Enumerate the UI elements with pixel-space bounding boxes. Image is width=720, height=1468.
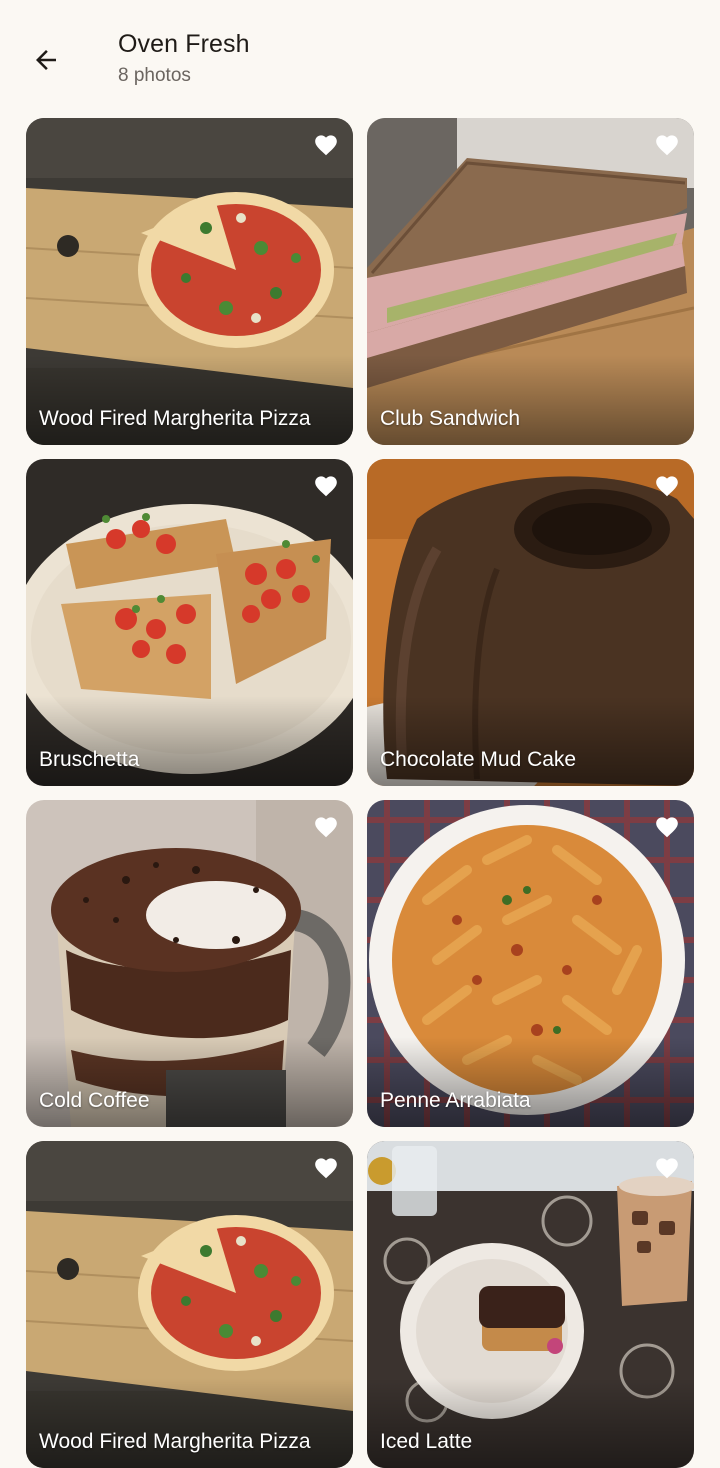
photo-label: Penne Arrabiata — [380, 1089, 531, 1112]
album-title: Oven Fresh — [118, 30, 250, 58]
heart-icon — [315, 1158, 337, 1179]
heart-icon — [315, 817, 337, 838]
heart-icon — [315, 135, 337, 156]
photo-card[interactable]: Wood Fired Margherita Pizza — [26, 1141, 353, 1468]
favorite-button[interactable] — [311, 471, 341, 499]
heart-icon — [656, 135, 678, 156]
photo-label: Club Sandwich — [380, 407, 521, 430]
top-app-bar: Oven Fresh 8 photos — [0, 0, 720, 110]
favorite-button[interactable] — [311, 1153, 341, 1181]
favorite-button[interactable] — [652, 1153, 682, 1181]
photo-card[interactable]: Club Sandwich — [367, 118, 694, 445]
heart-icon — [656, 817, 678, 838]
title-block: Oven Fresh 8 photos — [118, 30, 250, 87]
photo-grid: Wood Fired Margherita Pizza Club Sandwic… — [26, 118, 694, 1468]
photo-label: Iced Latte — [380, 1430, 473, 1453]
photo-label: Wood Fired Margherita Pizza — [39, 1430, 311, 1453]
favorite-button[interactable] — [652, 812, 682, 840]
heart-icon — [656, 1158, 678, 1179]
favorite-button[interactable] — [311, 812, 341, 840]
photo-card[interactable]: Iced Latte — [367, 1141, 694, 1468]
photo-label: Chocolate Mud Cake — [380, 748, 577, 771]
photo-label: Cold Coffee — [39, 1089, 150, 1112]
photo-count: 8 photos — [118, 65, 191, 86]
favorite-button[interactable] — [652, 130, 682, 158]
photo-label: Wood Fired Margherita Pizza — [39, 407, 311, 430]
photo-card[interactable]: Bruschetta — [26, 459, 353, 786]
favorite-button[interactable] — [311, 130, 341, 158]
favorite-button[interactable] — [652, 471, 682, 499]
photo-label: Bruschetta — [39, 748, 140, 771]
heart-icon — [315, 476, 337, 497]
photo-card[interactable]: Wood Fired Margherita Pizza — [26, 118, 353, 445]
arrow-left-icon — [36, 50, 56, 70]
back-button[interactable] — [22, 36, 70, 84]
photo-card[interactable]: Cold Coffee — [26, 800, 353, 1127]
photo-card[interactable]: Penne Arrabiata — [367, 800, 694, 1127]
photo-card[interactable]: Chocolate Mud Cake — [367, 459, 694, 786]
heart-icon — [656, 476, 678, 497]
